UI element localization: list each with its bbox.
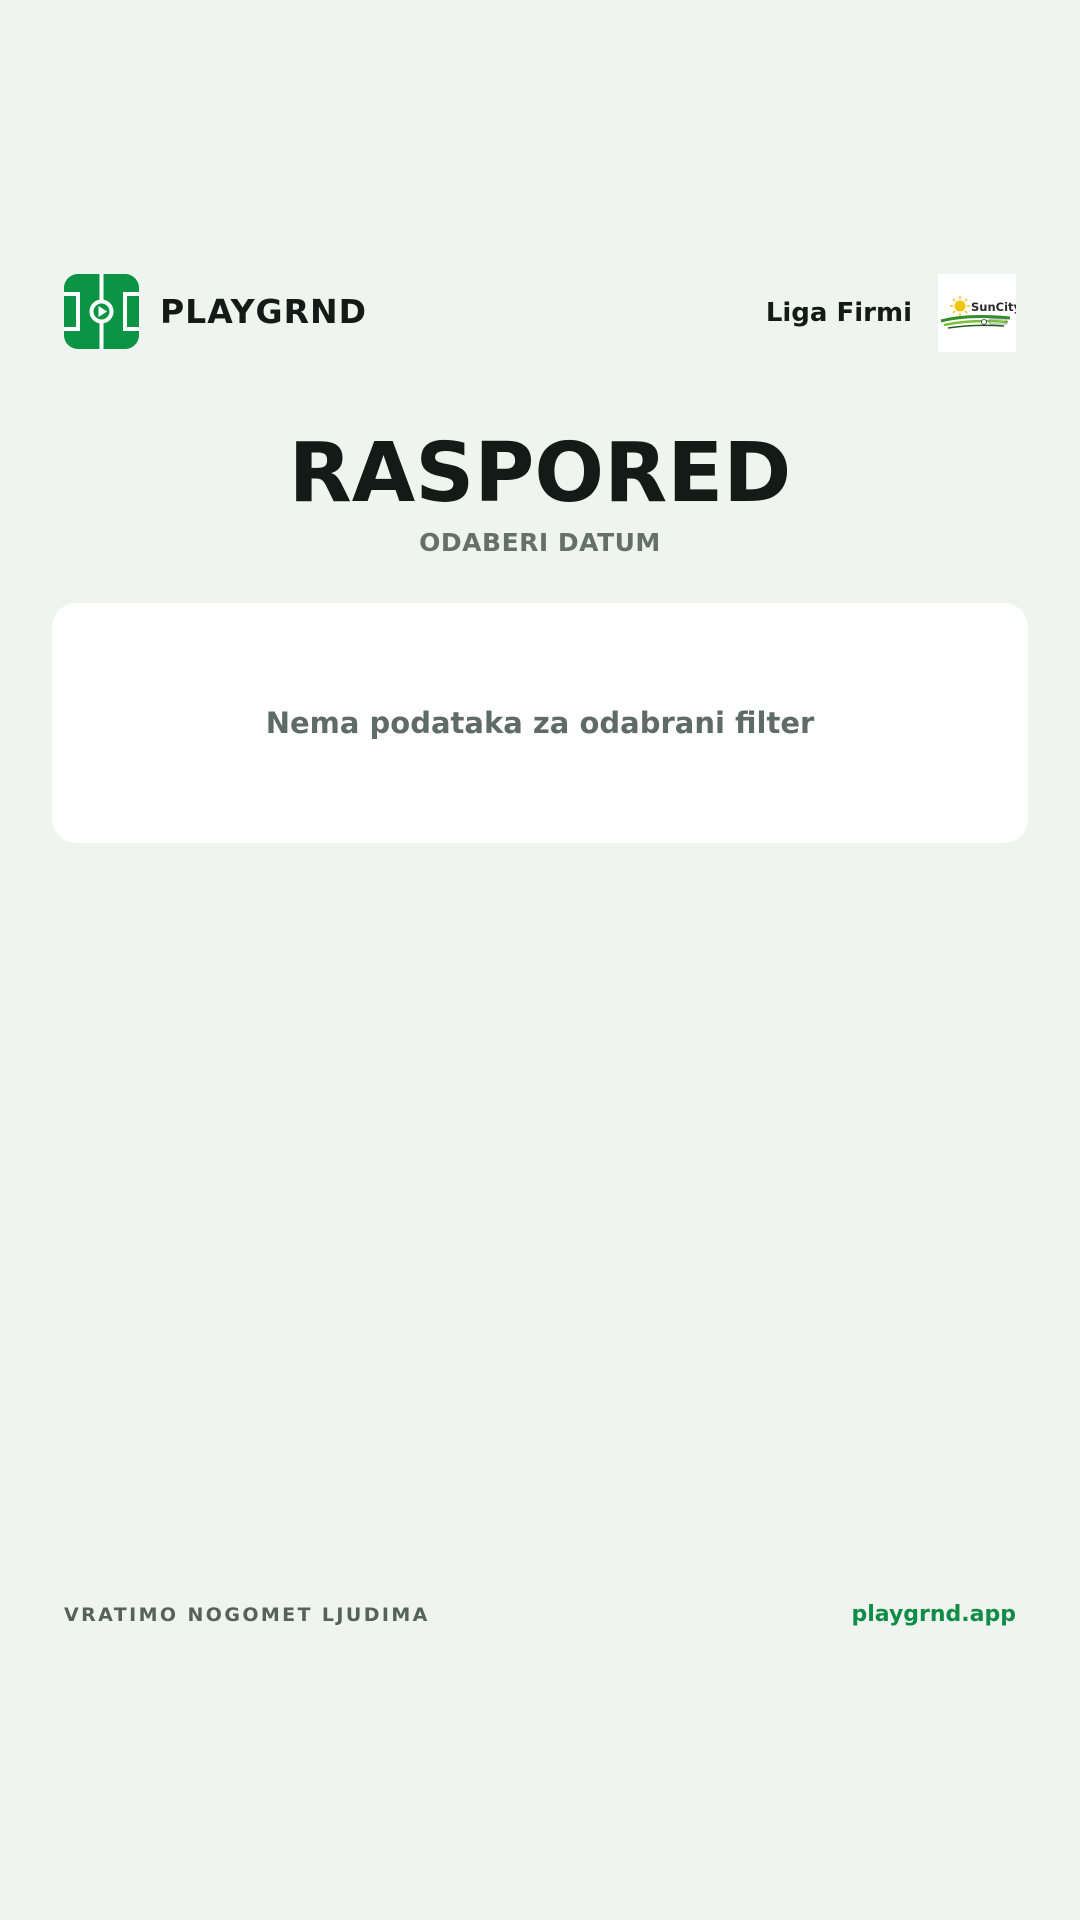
suncity-logo: SunCity	[938, 274, 1022, 352]
header: PLAYGRND Liga Firmi SunCity	[64, 274, 1022, 352]
brand[interactable]: PLAYGRND	[64, 274, 367, 349]
website-link[interactable]: playgrnd.app	[851, 1600, 1016, 1630]
page-title: RASPORED	[288, 426, 792, 521]
title-block: RASPORED ODABERI DATUM	[0, 425, 1080, 557]
football-pitch-play-icon	[64, 274, 139, 349]
empty-state-message: Nema podataka za odabrani filter	[265, 706, 815, 740]
league-name: Liga Firmi	[765, 298, 912, 328]
brand-name: PLAYGRND	[160, 292, 367, 331]
schedule-card: Nema podataka za odabrani filter	[52, 603, 1028, 843]
svg-text:SunCity: SunCity	[971, 300, 1016, 314]
footer: VRATIMO NOGOMET LJUDIMA playgrnd.app	[64, 1600, 1016, 1630]
footer-tagline: VRATIMO NOGOMET LJUDIMA	[64, 1604, 430, 1626]
date-picker-label[interactable]: ODABERI DATUM	[0, 528, 1080, 557]
league-selector[interactable]: Liga Firmi SunCity	[765, 274, 1022, 352]
